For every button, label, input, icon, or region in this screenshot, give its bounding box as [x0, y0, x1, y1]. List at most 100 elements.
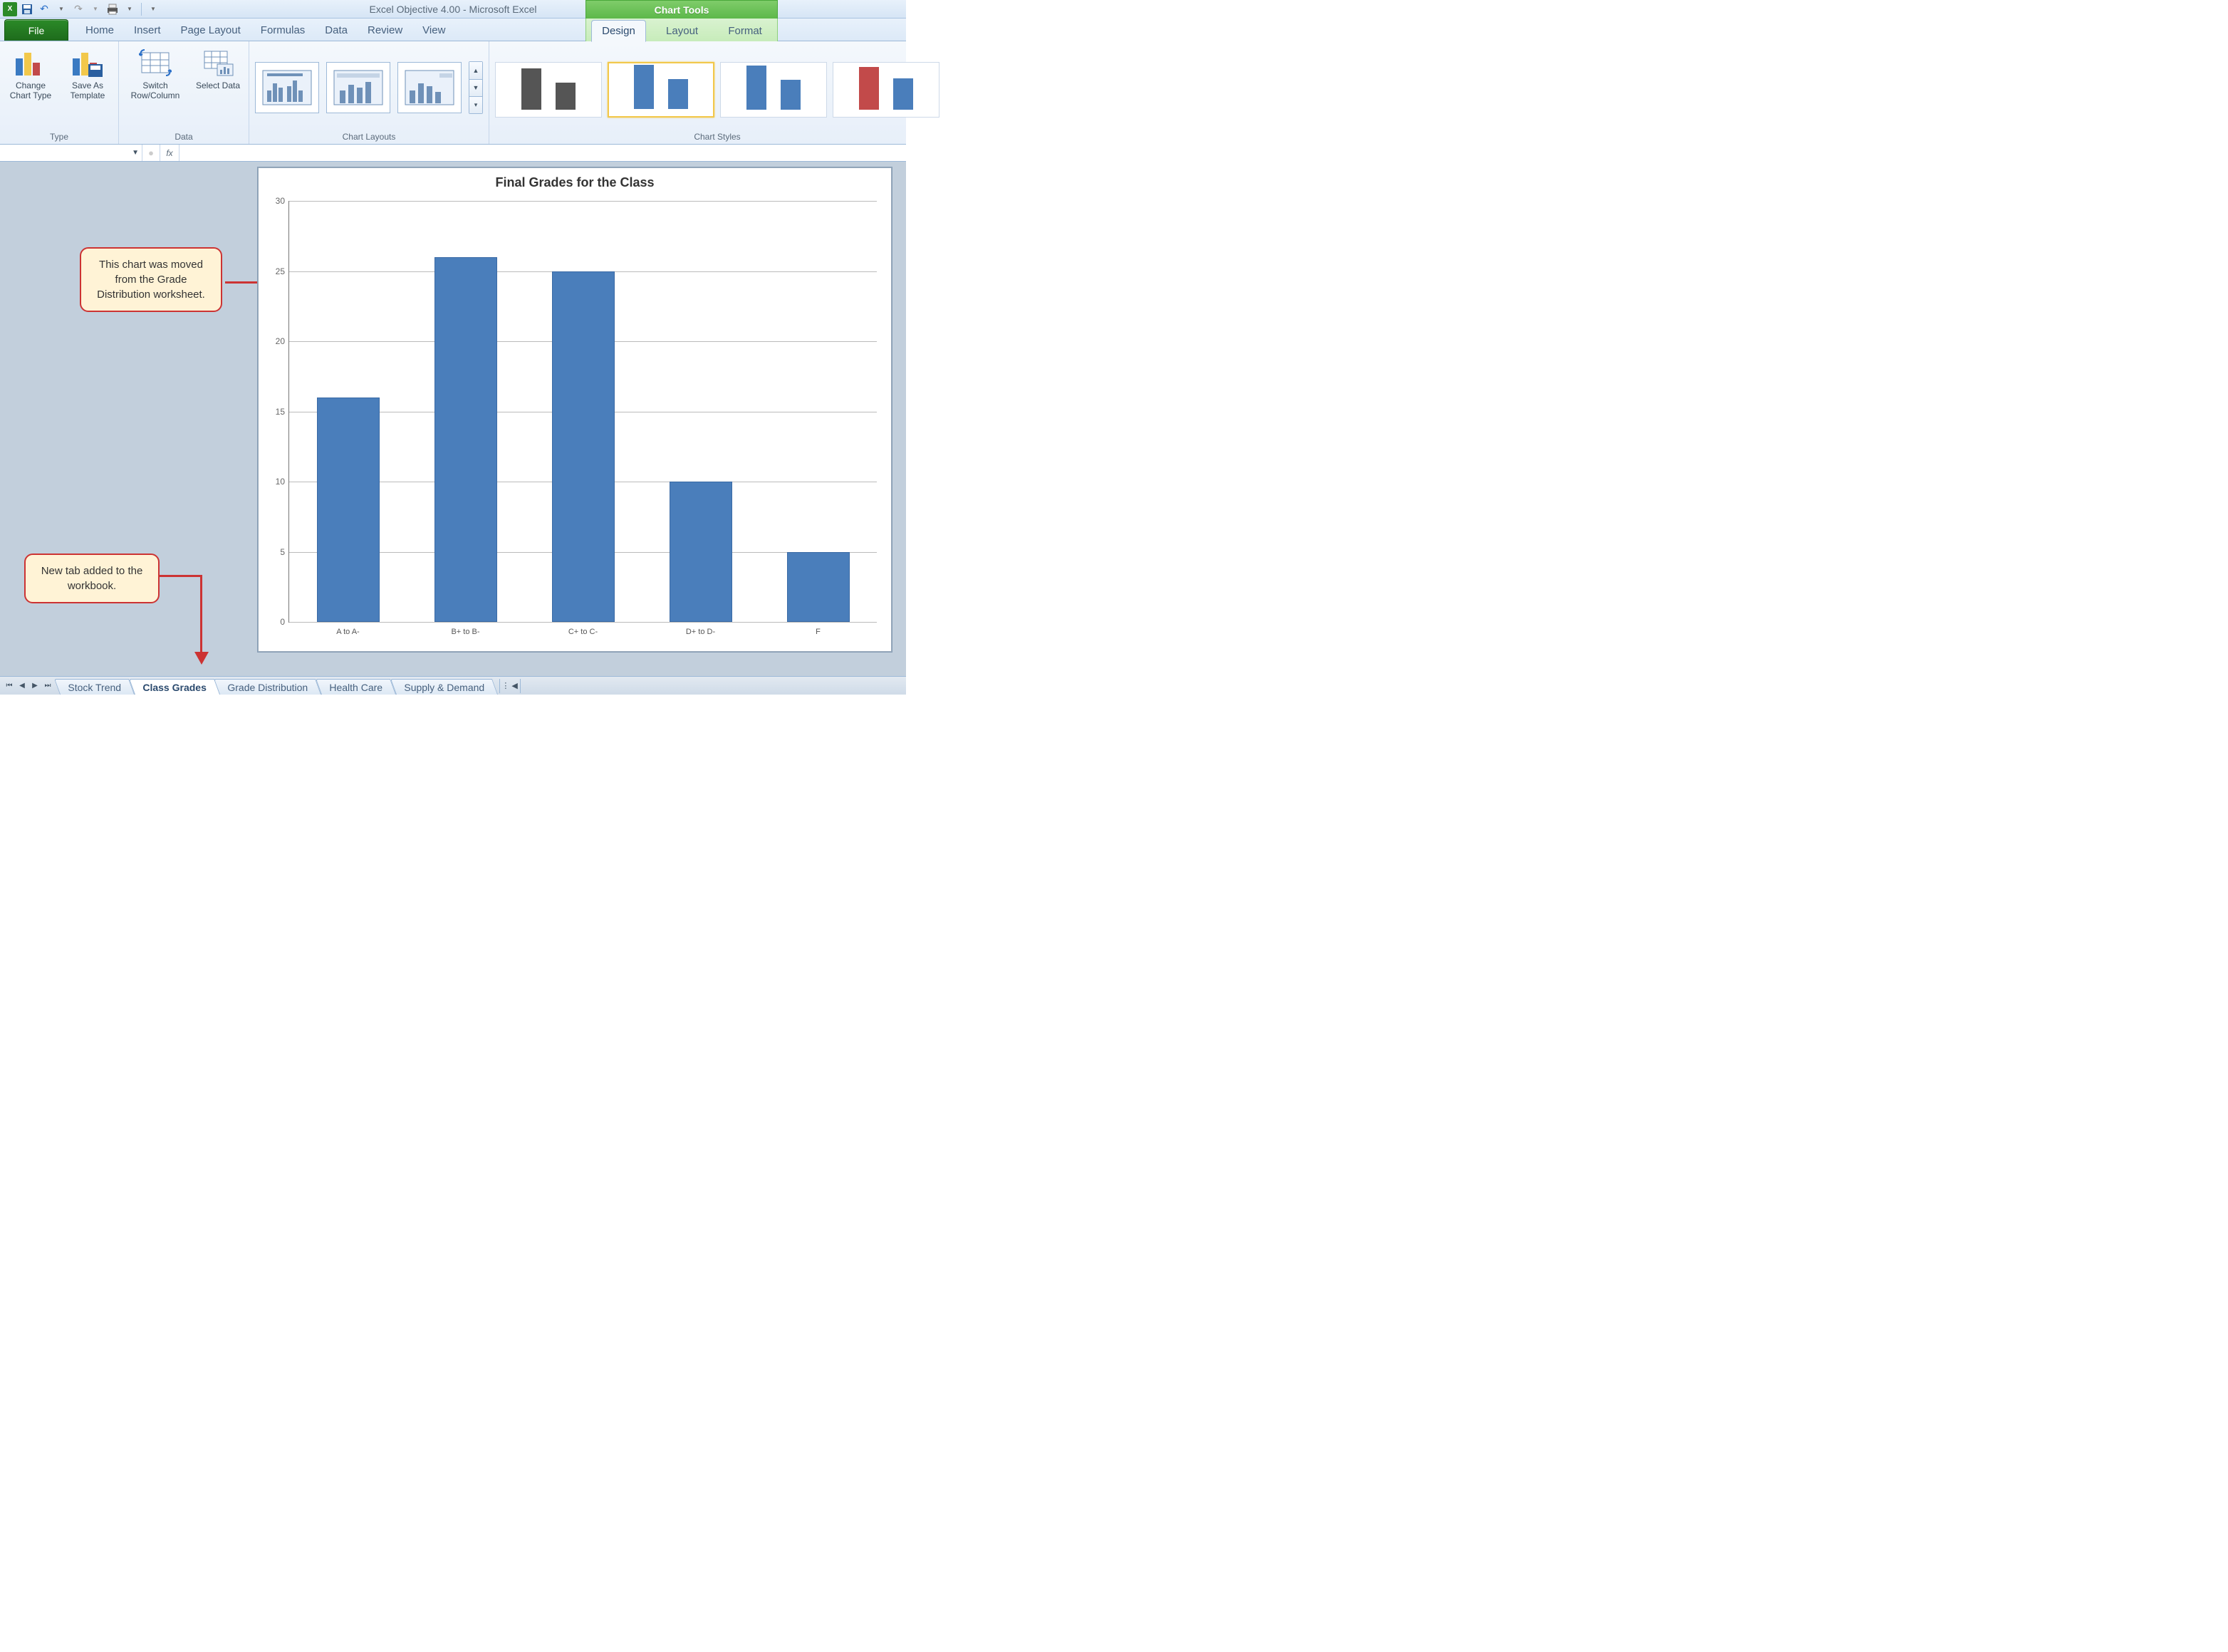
switch-row-column-label: Switch Row/Column: [125, 80, 186, 100]
group-chart-styles: Chart Styles: [489, 41, 945, 144]
dropdown-icon[interactable]: ▼: [54, 2, 68, 16]
tab-home[interactable]: Home: [76, 20, 124, 41]
group-chart-layouts-label: Chart Layouts: [255, 130, 483, 144]
callout-new-tab: New tab added to the workbook.: [24, 554, 160, 603]
tab-insert[interactable]: Insert: [124, 20, 171, 41]
excel-app-icon: X: [3, 2, 17, 16]
qat-customize-icon[interactable]: ▼: [146, 2, 160, 16]
scroll-up-icon[interactable]: ▲: [469, 62, 482, 79]
sheet-tab[interactable]: Grade Distribution: [214, 679, 321, 695]
chart-style-option[interactable]: [833, 62, 939, 118]
callout-chart-moved: This chart was moved from the Grade Dist…: [80, 247, 222, 312]
title-bar: X ↶ ▼ ↷ ▼ ▼ ▼ Excel Objective 4.00 - Mic…: [0, 0, 906, 19]
save-icon[interactable]: [20, 2, 34, 16]
chart-style-option[interactable]: [720, 62, 827, 118]
print-icon[interactable]: [105, 2, 120, 16]
quick-access-toolbar: X ↶ ▼ ↷ ▼ ▼ ▼: [0, 2, 160, 16]
sheet-tab-label: Class Grades: [142, 682, 207, 693]
dropdown-icon[interactable]: ▼: [132, 149, 139, 157]
name-box[interactable]: ▼: [0, 145, 142, 161]
tab-data[interactable]: Data: [315, 20, 358, 41]
scroll-down-icon[interactable]: ▼: [469, 79, 482, 96]
select-data-button[interactable]: Select Data: [193, 44, 243, 90]
sheet-tabs-bar: ⏮ ◀ ▶ ⏭ Stock Trend Class Grades Grade Dis…: [0, 676, 906, 695]
chart-bar[interactable]: [787, 552, 850, 623]
dropdown-icon[interactable]: ▼: [88, 2, 103, 16]
sheet-tab-label: Stock Trend: [68, 682, 121, 693]
tab-formulas[interactable]: Formulas: [251, 20, 316, 41]
embedded-chart[interactable]: Final Grades for the Class 051015202530A…: [258, 167, 892, 652]
chart-bar[interactable]: [670, 482, 732, 622]
plot-area[interactable]: 051015202530A to A-B+ to B-C+ to C-D+ to…: [288, 201, 877, 623]
tab-layout[interactable]: Layout: [656, 21, 708, 41]
chart-layout-option[interactable]: [255, 62, 319, 113]
x-axis-category: F: [776, 622, 861, 636]
group-data-label: Data: [125, 130, 243, 144]
y-axis-tick: 5: [280, 547, 289, 557]
contextual-tab-header: Chart Tools: [585, 0, 778, 19]
layouts-scroller[interactable]: ▲ ▼ ▾: [469, 61, 483, 114]
dropdown-icon[interactable]: ▼: [123, 2, 137, 16]
formula-input[interactable]: [179, 147, 906, 158]
worksheet-area: This chart was moved from the Grade Dist…: [0, 162, 906, 676]
tab-view[interactable]: View: [412, 20, 455, 41]
tab-scroll-handle[interactable]: ⋮ ◀: [499, 679, 521, 693]
annotation-arrow: [160, 575, 202, 577]
save-as-template-button[interactable]: Save As Template: [63, 44, 113, 100]
switch-rowcol-icon: [139, 47, 172, 78]
group-chart-styles-label: Chart Styles: [495, 130, 939, 144]
file-tab[interactable]: File: [4, 19, 68, 41]
sheet-tab[interactable]: Health Care: [316, 679, 396, 695]
y-axis-tick: 15: [276, 407, 289, 417]
chart-style-option[interactable]: [495, 62, 602, 118]
sheet-nav-buttons: ⏮ ◀ ▶ ⏭: [0, 680, 57, 692]
annotation-arrow: [200, 575, 202, 653]
sheet-tab-label: Health Care: [329, 682, 382, 693]
switch-row-column-button[interactable]: Switch Row/Column: [125, 44, 186, 100]
group-type-label: Type: [6, 130, 113, 144]
sheet-tab[interactable]: Supply & Demand: [390, 679, 498, 695]
y-axis-tick: 10: [276, 477, 289, 487]
sheet-tab-label: Supply & Demand: [404, 682, 484, 693]
fx-button[interactable]: fx: [160, 145, 179, 161]
y-axis-tick: 30: [276, 196, 289, 206]
save-as-template-label: Save As Template: [63, 80, 113, 100]
chart-layout-option[interactable]: [326, 62, 390, 113]
ribbon: Change Chart Type Save As Template Type …: [0, 41, 906, 145]
y-axis-tick: 20: [276, 336, 289, 346]
tab-page-layout[interactable]: Page Layout: [171, 20, 251, 41]
chart-bar[interactable]: [552, 271, 615, 623]
arrow-head-icon: [194, 652, 209, 665]
tab-format[interactable]: Format: [718, 21, 772, 41]
group-type: Change Chart Type Save As Template Type: [0, 41, 119, 144]
redo-icon[interactable]: ↷: [71, 2, 85, 16]
select-data-icon: [202, 47, 234, 78]
nav-first-icon[interactable]: ⏮: [3, 680, 16, 692]
scroll-more-icon[interactable]: ▾: [469, 96, 482, 113]
tab-design[interactable]: Design: [591, 20, 646, 42]
x-axis-category: B+ to B-: [423, 622, 509, 636]
chart-bar[interactable]: [434, 257, 497, 622]
sheet-tab[interactable]: Stock Trend: [54, 679, 135, 695]
cancel-icon[interactable]: ●: [142, 145, 160, 161]
x-axis-category: D+ to D-: [658, 622, 744, 636]
nav-last-icon[interactable]: ⏭: [41, 680, 54, 692]
ribbon-tabs: File Home Insert Page Layout Formulas Da…: [0, 19, 906, 41]
nav-next-icon[interactable]: ▶: [28, 680, 41, 692]
chart-style-option[interactable]: [608, 62, 714, 118]
sheet-tab[interactable]: Class Grades: [129, 679, 220, 695]
x-axis-category: A to A-: [306, 622, 391, 636]
template-save-icon: [71, 47, 104, 78]
undo-icon[interactable]: ↶: [37, 2, 51, 16]
chart-layout-option[interactable]: [397, 62, 462, 113]
y-axis-tick: 25: [276, 266, 289, 276]
select-data-label: Select Data: [196, 80, 240, 90]
change-chart-type-label: Change Chart Type: [6, 80, 56, 100]
bar-chart-icon: [14, 47, 47, 78]
tab-review[interactable]: Review: [358, 20, 412, 41]
nav-prev-icon[interactable]: ◀: [16, 680, 28, 692]
contextual-tabs: Design Layout Format: [585, 19, 778, 41]
chart-title[interactable]: Final Grades for the Class: [259, 168, 891, 194]
change-chart-type-button[interactable]: Change Chart Type: [6, 44, 56, 100]
chart-bar[interactable]: [317, 398, 380, 622]
